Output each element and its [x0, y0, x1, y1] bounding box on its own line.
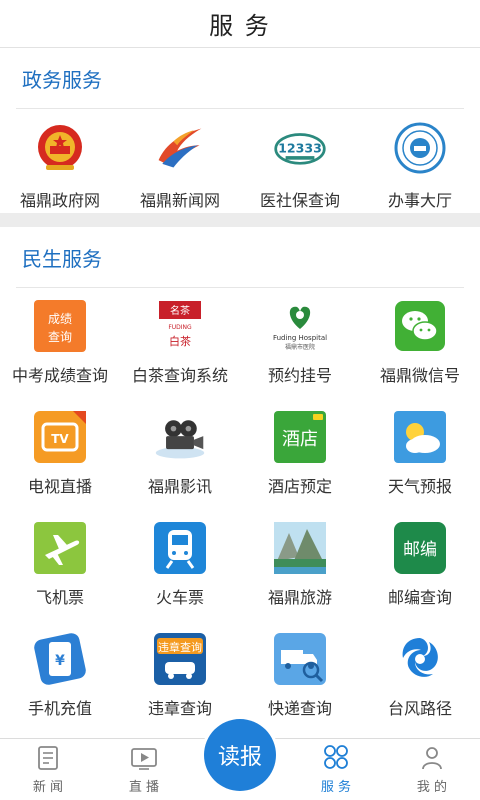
- life-services-grid: 成绩 查询 中考成绩查询 名茶 FUDING 白茶 白茶查询系统 Fuding …: [0, 288, 480, 732]
- svg-text:¥: ¥: [55, 653, 65, 669]
- life-item-postcode[interactable]: 邮编 邮编查询: [360, 510, 480, 621]
- life-item-label: 福鼎影讯: [147, 477, 212, 496]
- life-item-label: 预约挂号: [267, 366, 332, 385]
- life-item-weather[interactable]: 天气预报: [360, 399, 480, 510]
- life-item-label: 快递查询: [267, 699, 332, 718]
- gov-item-label: 福鼎新闻网: [139, 191, 220, 210]
- life-item-tourism[interactable]: 福鼎旅游: [240, 510, 360, 621]
- life-item-hotel[interactable]: 酒店 酒店预定: [240, 399, 360, 510]
- page-title: 服 务: [209, 12, 271, 40]
- wechat-icon: [393, 299, 447, 353]
- hotel-icon: 酒店: [273, 410, 327, 464]
- service-hall-seal-icon: [393, 121, 447, 175]
- life-item-label: 福鼎旅游: [267, 588, 332, 607]
- life-item-label: 违章查询: [147, 699, 212, 718]
- nav-tab-profile[interactable]: 我 的: [384, 739, 480, 800]
- svg-text:Fuding Hospital: Fuding Hospital: [273, 334, 327, 342]
- hospital-icon: Fuding Hospital 福鼎市医院: [273, 299, 327, 353]
- gov-services-grid: 福鼎政府网 福鼎新闻网 12333 医社保查询 办事大厅: [0, 109, 480, 213]
- weather-icon: [393, 410, 447, 464]
- svg-text:查询: 查询: [48, 330, 72, 344]
- nav-label: 服 务: [320, 780, 352, 795]
- gov-item-label: 福鼎政府网: [19, 191, 100, 210]
- life-item-label: 手机充值: [27, 699, 92, 718]
- bottom-nav: 新 闻 直 播 读报 服 务 我 的: [0, 719, 480, 800]
- svg-text:酒店: 酒店: [282, 429, 318, 450]
- svg-text:12333: 12333: [278, 141, 322, 156]
- svg-text:成绩: 成绩: [48, 312, 72, 326]
- gov-item-label: 办事大厅: [387, 191, 452, 210]
- svg-text:白茶: 白茶: [169, 334, 191, 348]
- svg-text:TV: TV: [51, 432, 69, 446]
- life-item-white-tea[interactable]: 名茶 FUDING 白茶 白茶查询系统: [120, 288, 240, 399]
- life-item-hospital[interactable]: Fuding Hospital 福鼎市医院 预约挂号: [240, 288, 360, 399]
- postcode-icon: 邮编: [393, 521, 447, 575]
- service-grid-icon: [323, 744, 349, 774]
- airplane-icon: [33, 521, 87, 575]
- life-section-header: 民生服务: [0, 227, 480, 287]
- svg-text:名茶: 名茶: [170, 304, 190, 317]
- national-emblem-icon: [33, 121, 87, 175]
- gov-item-service-hall[interactable]: 办事大厅: [360, 109, 480, 213]
- phone-recharge-icon: ¥: [33, 632, 87, 686]
- life-item-phone-recharge[interactable]: ¥ 手机充值: [0, 621, 120, 732]
- white-tea-icon: 名茶 FUDING 白茶: [153, 299, 207, 353]
- life-item-label: 台风路径: [387, 699, 452, 718]
- life-item-traffic-violation[interactable]: 违章查询 违章查询: [120, 621, 240, 732]
- gov-item-government-site[interactable]: 福鼎政府网: [0, 109, 120, 213]
- life-item-express[interactable]: 快递查询: [240, 621, 360, 732]
- life-item-exam-score[interactable]: 成绩 查询 中考成绩查询: [0, 288, 120, 399]
- life-item-typhoon[interactable]: 台风路径: [360, 621, 480, 732]
- read-paper-button[interactable]: 读报: [204, 719, 276, 791]
- nav-tab-service[interactable]: 服 务: [288, 739, 384, 800]
- express-truck-icon: [273, 632, 327, 686]
- 12333-icon: 12333: [273, 121, 327, 175]
- life-item-label: 中考成绩查询: [11, 366, 108, 385]
- section-gap: [0, 213, 480, 227]
- scenery-icon: [273, 521, 327, 575]
- nav-tab-news[interactable]: 新 闻: [0, 739, 96, 800]
- life-item-label: 福鼎微信号: [379, 366, 460, 385]
- life-item-label: 天气预报: [387, 477, 452, 496]
- traffic-violation-icon: 违章查询: [153, 632, 207, 686]
- train-icon: [153, 521, 207, 575]
- life-item-label: 白茶查询系统: [131, 366, 228, 385]
- svg-text:FUDING: FUDING: [168, 324, 192, 331]
- nav-label: 我 的: [416, 780, 448, 795]
- life-item-film[interactable]: 福鼎影讯: [120, 399, 240, 510]
- gov-section-header: 政务服务: [0, 48, 480, 108]
- life-item-label: 酒店预定: [267, 477, 332, 496]
- live-play-icon: [131, 748, 157, 774]
- svg-text:违章查询: 违章查询: [158, 640, 202, 654]
- tv-live-icon: TV: [33, 410, 87, 464]
- gov-section-title: 政务服务: [22, 67, 102, 92]
- life-item-label: 火车票: [155, 588, 204, 607]
- life-item-train[interactable]: 火车票: [120, 510, 240, 621]
- life-item-airplane[interactable]: 飞机票: [0, 510, 120, 621]
- life-item-label: 飞机票: [35, 588, 84, 607]
- film-icon: [153, 410, 207, 464]
- life-item-label: 电视直播: [27, 477, 92, 496]
- profile-icon: [421, 746, 443, 774]
- gov-item-label: 医社保查询: [259, 191, 340, 210]
- nav-label: 新 闻: [32, 780, 64, 795]
- typhoon-icon: [393, 632, 447, 686]
- life-item-wechat[interactable]: 福鼎微信号: [360, 288, 480, 399]
- life-item-tv-live[interactable]: TV 电视直播: [0, 399, 120, 510]
- svg-text:福鼎市医院: 福鼎市医院: [285, 343, 315, 351]
- nav-tab-live[interactable]: 直 播: [96, 739, 192, 800]
- nav-label: 直 播: [128, 780, 160, 795]
- gov-item-news-site[interactable]: 福鼎新闻网: [120, 109, 240, 213]
- life-section-title: 民生服务: [22, 246, 102, 271]
- news-flame-icon: [153, 121, 207, 175]
- gov-item-social-security[interactable]: 12333 医社保查询: [240, 109, 360, 213]
- exam-score-icon: 成绩 查询: [33, 299, 87, 353]
- news-icon: [37, 746, 59, 774]
- svg-text:邮编: 邮编: [403, 540, 437, 560]
- life-item-label: 邮编查询: [387, 588, 452, 607]
- top-bar: 服 务: [0, 0, 480, 48]
- nav-center-slot: 读报: [192, 719, 288, 800]
